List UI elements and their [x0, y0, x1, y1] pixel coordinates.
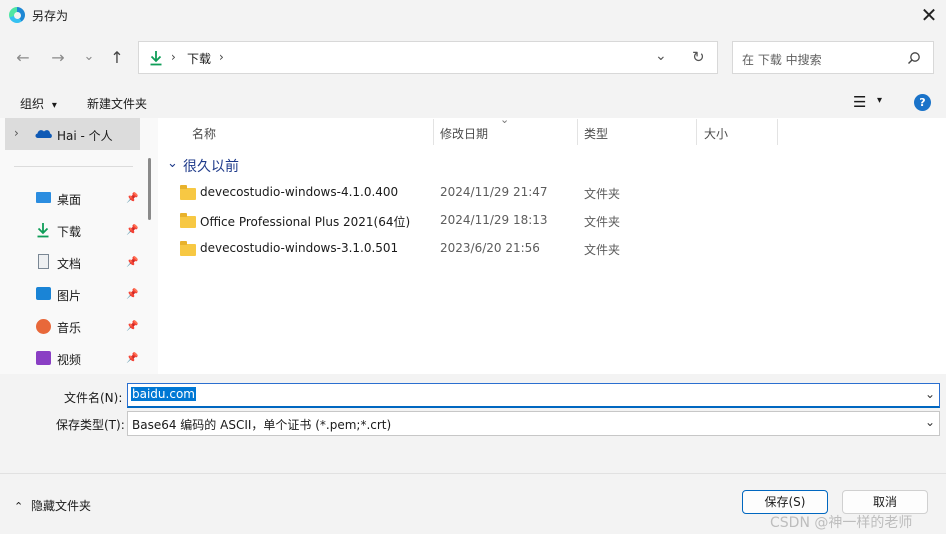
- sidebar-item-label: 桌面: [57, 193, 82, 207]
- pin-icon[interactable]: 📌: [126, 321, 138, 332]
- pin-icon[interactable]: 📌: [126, 225, 138, 236]
- column-header-date[interactable]: 修改日期: [440, 125, 488, 142]
- breadcrumb-downloads[interactable]: 下载: [187, 50, 211, 67]
- search-input[interactable]: 在 下载 中搜索: [742, 51, 822, 68]
- view-options-chevron-icon[interactable]: ▾: [877, 95, 882, 106]
- pin-icon[interactable]: 📌: [126, 353, 138, 364]
- breadcrumb-separator[interactable]: ›: [219, 50, 224, 64]
- file-name: devecostudio-windows-4.1.0.400: [200, 185, 399, 199]
- pin-icon[interactable]: 📌: [126, 257, 138, 268]
- search-box[interactable]: 在 下载 中搜索: [732, 41, 934, 74]
- file-date: 2023/6/20 21:56: [440, 241, 540, 255]
- back-arrow-icon[interactable]: ←: [12, 47, 34, 69]
- pin-icon[interactable]: 📌: [126, 193, 138, 204]
- up-arrow-icon[interactable]: ↑: [106, 47, 128, 69]
- address-bar[interactable]: › 下载 › ⌄ ↻: [138, 41, 718, 74]
- hide-folders-toggle[interactable]: ⌃ 隐藏文件夹: [14, 497, 91, 514]
- save-button[interactable]: 保存(S): [742, 490, 828, 514]
- sidebar-scrollbar[interactable]: [148, 158, 151, 220]
- sidebar-divider: [14, 166, 133, 167]
- column-divider[interactable]: [577, 119, 578, 145]
- pin-icon[interactable]: 📌: [126, 289, 138, 300]
- desktop-icon: [36, 192, 51, 203]
- column-divider[interactable]: [433, 119, 434, 145]
- table-row[interactable]: Office Professional Plus 2021(64位) 2024/…: [170, 208, 940, 234]
- filetype-value: Base64 编码的 ASCII，单个证书 (*.pem;*.crt): [132, 418, 392, 432]
- filename-field[interactable]: baidu.com ⌄: [127, 383, 940, 408]
- sidebar-item-downloads[interactable]: 下载 📌: [28, 218, 144, 244]
- filetype-label: 保存类型(T):: [56, 418, 125, 432]
- sidebar-item-music[interactable]: 音乐 📌: [28, 314, 144, 340]
- filetype-select[interactable]: Base64 编码的 ASCII，单个证书 (*.pem;*.crt) ⌄: [127, 411, 940, 436]
- download-icon: [37, 223, 49, 238]
- title-bar: [0, 0, 946, 30]
- search-icon[interactable]: [907, 51, 921, 65]
- footer-divider: [0, 473, 946, 474]
- hide-folders-label: 隐藏文件夹: [31, 499, 92, 513]
- sidebar-item-desktop[interactable]: 桌面 📌: [28, 186, 144, 212]
- help-icon[interactable]: ?: [914, 94, 931, 111]
- sidebar-item-label: 音乐: [57, 321, 82, 335]
- sidebar-item-label: 视频: [57, 353, 82, 367]
- view-options-icon[interactable]: ☰: [853, 93, 866, 111]
- sidebar-item-label: Hai - 个人: [57, 129, 113, 143]
- column-header-type[interactable]: 类型: [584, 125, 608, 142]
- document-icon: [38, 254, 49, 269]
- table-row[interactable]: devecostudio-windows-4.1.0.400 2024/11/2…: [170, 180, 940, 206]
- file-type: 文件夹: [584, 215, 621, 229]
- chevron-down-icon: ▾: [51, 100, 57, 111]
- cancel-button[interactable]: 取消: [842, 490, 928, 514]
- watermark: CSDN @神一样的老师: [770, 515, 913, 531]
- organize-label: 组织: [20, 97, 45, 111]
- video-icon: [36, 351, 51, 365]
- chevron-up-icon: ⌃: [14, 500, 24, 513]
- refresh-icon[interactable]: ↻: [692, 48, 705, 66]
- window-title: 另存为: [32, 9, 69, 23]
- music-icon: [36, 319, 51, 334]
- sidebar-item-documents[interactable]: 文档 📌: [28, 250, 144, 276]
- download-arrow-icon: [150, 51, 162, 66]
- file-name: Office Professional Plus 2021(64位): [200, 215, 411, 229]
- group-header[interactable]: 很久以前: [183, 156, 239, 176]
- forward-arrow-icon[interactable]: →: [47, 47, 69, 69]
- file-type: 文件夹: [584, 243, 621, 257]
- column-header-name[interactable]: 名称: [192, 125, 216, 142]
- filename-history-chevron-icon[interactable]: ⌄: [925, 387, 935, 401]
- folder-icon: [180, 241, 196, 256]
- column-divider[interactable]: [696, 119, 697, 145]
- file-type: 文件夹: [584, 187, 621, 201]
- breadcrumb-separator: ›: [171, 50, 176, 64]
- file-date: 2024/11/29 18:13: [440, 213, 548, 227]
- sidebar-item-label: 图片: [57, 289, 82, 303]
- recent-locations-chevron-icon[interactable]: ⌄: [78, 46, 100, 68]
- column-divider[interactable]: [777, 119, 778, 145]
- table-row[interactable]: devecostudio-windows-3.1.0.501 2023/6/20…: [170, 236, 940, 262]
- folder-icon: [180, 213, 196, 228]
- onedrive-cloud-icon: [35, 130, 52, 138]
- address-history-chevron-icon[interactable]: ⌄: [655, 48, 667, 64]
- sidebar-item-label: 文档: [57, 257, 82, 271]
- sort-descending-icon: ⌄: [500, 113, 510, 126]
- sidebar-item-label: 下载: [57, 225, 82, 239]
- expand-chevron-icon[interactable]: ›: [14, 126, 19, 140]
- chevron-down-icon[interactable]: ⌄: [925, 415, 935, 429]
- new-folder-button[interactable]: 新建文件夹: [87, 95, 147, 112]
- filename-label: 文件名(N):: [64, 391, 123, 405]
- pictures-icon: [36, 287, 51, 300]
- filename-input[interactable]: baidu.com: [131, 387, 196, 401]
- edge-logo-icon: [9, 7, 25, 23]
- group-collapse-chevron-icon[interactable]: ⌄: [167, 156, 178, 171]
- column-header-size[interactable]: 大小: [704, 125, 728, 142]
- close-icon[interactable]: ✕: [916, 3, 942, 27]
- file-date: 2024/11/29 21:47: [440, 185, 548, 199]
- organize-menu[interactable]: 组织 ▾: [20, 95, 57, 112]
- file-name: devecostudio-windows-3.1.0.501: [200, 241, 399, 255]
- sidebar-item-pictures[interactable]: 图片 📌: [28, 282, 144, 308]
- sidebar-item-videos[interactable]: 视频 📌: [28, 346, 144, 372]
- folder-icon: [180, 185, 196, 200]
